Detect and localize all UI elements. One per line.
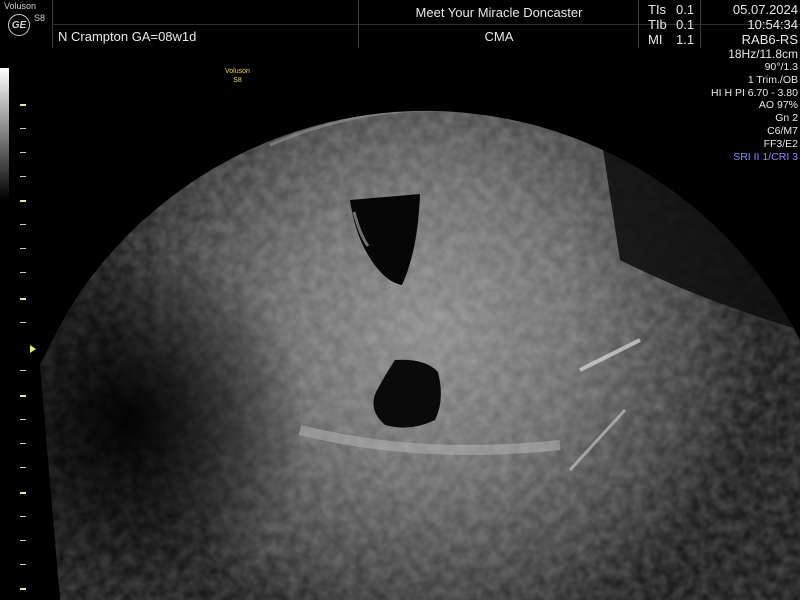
param-map: C6/M7: [767, 124, 798, 137]
index-value-mi: 1.1: [676, 32, 695, 47]
depth-tick: [20, 128, 26, 129]
protocol-label: CMA: [484, 29, 514, 44]
depth-tick: [20, 540, 26, 541]
depth-tick: [20, 224, 26, 225]
probe-orientation-mark: Voluson S8: [225, 67, 250, 85]
clinic-name: Meet Your Miracle Doncaster: [415, 5, 583, 20]
param-gain: Gn 2: [775, 112, 798, 125]
ge-logo-icon: GE: [8, 14, 30, 36]
depth-tick: [20, 298, 26, 300]
probe-mark-model: S8: [233, 77, 242, 84]
depth-tick: [20, 104, 26, 106]
patient-info: N Crampton GA=08w1d: [58, 29, 197, 44]
exam-time: 10:54:34: [747, 17, 798, 32]
depth-tick: [20, 152, 26, 153]
probe-mark-brand: Voluson: [225, 68, 250, 75]
param-filter: FF3/E2: [763, 137, 798, 150]
brand-label: Voluson: [4, 1, 37, 11]
header-bar: Voluson S8 GE N Crampton GA=08w1d Meet Y…: [0, 0, 800, 48]
index-value-tib: 0.1: [676, 17, 695, 32]
depth-tick: [20, 419, 26, 420]
depth-tick: [20, 200, 26, 202]
depth-tick: [20, 322, 26, 323]
depth-tick: [20, 248, 26, 249]
exam-date: 05.07.2024: [732, 2, 798, 17]
depth-tick: [20, 443, 26, 444]
param-angle: 90°/1.3: [764, 61, 798, 73]
depth-tick: [20, 492, 26, 494]
grayscale-bar: [0, 68, 9, 200]
probe-name: RAB6-RS: [741, 32, 798, 47]
index-value-tis: 0.1: [676, 2, 695, 17]
depth-tick: [20, 516, 26, 517]
depth-tick: [20, 467, 26, 468]
focus-marker-icon[interactable]: [30, 345, 36, 353]
depth-tick: [20, 370, 26, 371]
param-frame-depth: 18Hz/11.8cm: [728, 47, 798, 61]
depth-tick: [20, 395, 26, 397]
index-label-tis: TIs: [648, 2, 667, 17]
param-sri: SRI II 1/CRI 3: [733, 150, 798, 163]
depth-tick: [20, 176, 26, 177]
param-preset: 1 Trim./OB: [747, 73, 798, 86]
voluson-logo: Voluson S8 GE: [2, 0, 52, 48]
model-label: S8: [34, 13, 46, 23]
depth-tick: [20, 272, 26, 273]
param-harmonic: HI H PI 6.70 - 3.80: [711, 86, 798, 99]
depth-tick: [20, 588, 26, 590]
depth-tick: [20, 564, 26, 565]
ultrasound-image: [0, 48, 800, 600]
index-label-tib: TIb: [648, 17, 667, 32]
index-label-mi: MI: [648, 32, 663, 47]
imaging-parameters: 18Hz/11.8cm 90°/1.3 1 Trim./OB HI H PI 6…: [711, 47, 798, 163]
param-acoustic-output: AO 97%: [758, 99, 798, 112]
